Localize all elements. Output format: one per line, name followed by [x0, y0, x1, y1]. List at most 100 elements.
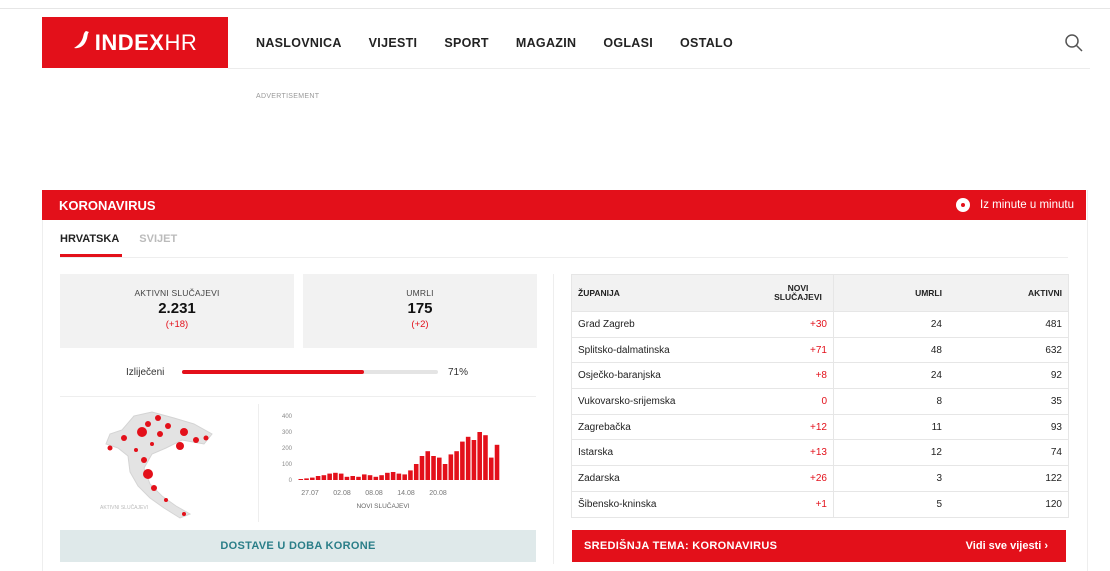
county-name: Zagrebačka [578, 421, 631, 433]
county-active: 481 [1045, 318, 1062, 330]
county-new-cases: +71 [720, 337, 834, 363]
table-row[interactable]: Vukovarsko-srijemska 0 8 35 [572, 389, 1068, 415]
chart-bar [344, 476, 350, 480]
county-name: Istarska [578, 447, 614, 459]
new-cases-chart: 0 100 200 300 400 27.07 02.08 08.08 14.08 20.08 NO… [268, 408, 508, 518]
nav-vijesti[interactable]: VIJESTI [369, 36, 418, 50]
x-tick-label: 02.08 [333, 490, 351, 497]
county-name: Splitsko-dalmatinska [578, 344, 670, 356]
county-name: Osječko-baranjska [578, 370, 661, 382]
advertisement-label: ADVERTISEMENT [256, 93, 320, 100]
nav-ostalo[interactable]: OSTALO [680, 36, 733, 50]
county-name: Šibensko-kninska [578, 498, 657, 510]
table-row[interactable]: Grad Zagreb +30 24 481 [572, 312, 1068, 338]
county-new-cases: +13 [720, 440, 834, 466]
county-name: Zadarska [578, 472, 620, 484]
y-tick-label: 0 [289, 478, 293, 484]
chart-bar [390, 472, 396, 480]
deaths-box: UMRLI 175 (+2) [303, 274, 537, 348]
county-deaths: 12 [930, 447, 942, 459]
county-deaths: 24 [930, 318, 942, 330]
chart-bar [488, 457, 494, 480]
table-row[interactable]: Zagrebačka +12 11 93 [572, 414, 1068, 441]
county-active: 120 [1045, 498, 1062, 510]
chart-bar [333, 472, 338, 480]
table-row[interactable]: Zadarska +26 3 122 [572, 466, 1068, 492]
county-deaths: 5 [936, 498, 942, 510]
nav-oglasi[interactable]: OGLASI [603, 36, 653, 50]
column-divider [553, 274, 554, 564]
active-cases-box: AKTIVNI SLUČAJEVI 2.231 (+18) [60, 274, 294, 348]
county-deaths: 3 [936, 472, 942, 484]
active-cases-label: AKTIVNI SLUČAJEVI [134, 288, 220, 298]
header-aktivni[interactable]: AKTIVNI [948, 275, 1068, 311]
croatia-shape [105, 411, 213, 519]
tab-svijet[interactable]: SVIJET [139, 233, 177, 255]
chart-bar [385, 472, 390, 480]
table-row[interactable]: Šibensko-kninska +1 5 120 [572, 491, 1068, 518]
county-active: 93 [1050, 421, 1062, 433]
live-link[interactable]: Iz minute u minutu [956, 198, 1074, 212]
y-tick-label: 400 [282, 414, 293, 420]
table-header-row: ŽUPANIJA NOVI SLUČAJEVI UMRLI AKTIVNI [572, 275, 1068, 312]
chart-bar [379, 475, 384, 480]
x-tick-label: 27.07 [301, 490, 319, 497]
deaths-label: UMRLI [406, 288, 434, 298]
chart-bar [448, 454, 454, 480]
county-new-cases: +12 [720, 414, 834, 440]
table-row[interactable]: Osječko-baranjska +8 24 92 [572, 363, 1068, 390]
nav-naslovnica[interactable]: NASLOVNICA [256, 36, 342, 50]
county-new-cases: +26 [720, 466, 834, 491]
search-icon[interactable] [1064, 33, 1084, 53]
chart-bar [321, 475, 327, 480]
chart-bar [442, 464, 448, 480]
chart-bar [350, 476, 356, 480]
indexhr-logo[interactable]: INDEXHR [42, 17, 228, 68]
table-row[interactable]: Istarska +13 12 74 [572, 440, 1068, 467]
county-active: 122 [1045, 472, 1062, 484]
chart-bar [408, 470, 413, 480]
county-deaths: 11 [931, 421, 942, 433]
header-umrli[interactable]: UMRLI [834, 275, 948, 311]
header-zupanija[interactable]: ŽUPANIJA [572, 275, 720, 311]
tab-hrvatska[interactable]: HRVATSKA [60, 233, 119, 255]
y-tick-label: 200 [282, 446, 293, 452]
recovered-progress-track [182, 370, 438, 374]
county-active: 35 [1050, 395, 1062, 407]
county-name: Vukovarsko-srijemska [578, 395, 676, 407]
nav-sport[interactable]: SPORT [444, 36, 489, 50]
chart-bar [304, 478, 309, 480]
sredisnja-tema-bar[interactable]: SREDIŠNJA TEMA: KORONAVIRUS Vidi sve vij… [572, 530, 1066, 562]
header-novi-slucajevi[interactable]: NOVI SLUČAJEVI [720, 275, 834, 311]
county-new-cases: +1 [720, 491, 834, 517]
chart-bar [425, 451, 431, 480]
deaths-value: 175 [407, 300, 433, 317]
table-row[interactable]: Splitsko-dalmatinska +71 48 632 [572, 337, 1068, 364]
chart-bar [310, 477, 315, 480]
chart-bar [402, 474, 407, 480]
chart-bar [460, 441, 465, 480]
dostave-button[interactable]: DOSTAVE U DOBA KORONE [60, 530, 536, 562]
county-table: ŽUPANIJA NOVI SLUČAJEVI UMRLI AKTIVNI Gr… [571, 274, 1069, 518]
nav-magazin[interactable]: MAGAZIN [516, 36, 576, 50]
county-deaths: 48 [930, 344, 942, 356]
tabs-divider [60, 257, 1068, 258]
corona-header-bar: KORONAVIRUS Iz minute u minutu [42, 190, 1086, 220]
chart-bar [396, 473, 402, 480]
chart-bar [413, 464, 419, 480]
active-cases-value: 2.231 [158, 300, 196, 317]
recovered-label: Izliječeni [126, 367, 165, 378]
county-deaths: 24 [930, 370, 942, 382]
chart-bar [373, 476, 379, 480]
county-active: 632 [1045, 344, 1062, 356]
live-dot-icon [956, 198, 971, 212]
main-nav: NASLOVNICA VIJESTI SPORT MAGAZIN OGLASI … [256, 36, 760, 50]
vidi-sve-vijesti-link[interactable]: Vidi sve vijesti › [966, 540, 1048, 552]
corona-tabs: HRVATSKA SVIJET [60, 233, 197, 255]
header-divider [228, 68, 1090, 69]
county-name: Grad Zagreb [578, 318, 635, 330]
chart-bar [338, 473, 344, 480]
chart-bar [356, 476, 361, 480]
logo-text: INDEXHR [94, 29, 198, 55]
chart-bar [483, 435, 488, 480]
